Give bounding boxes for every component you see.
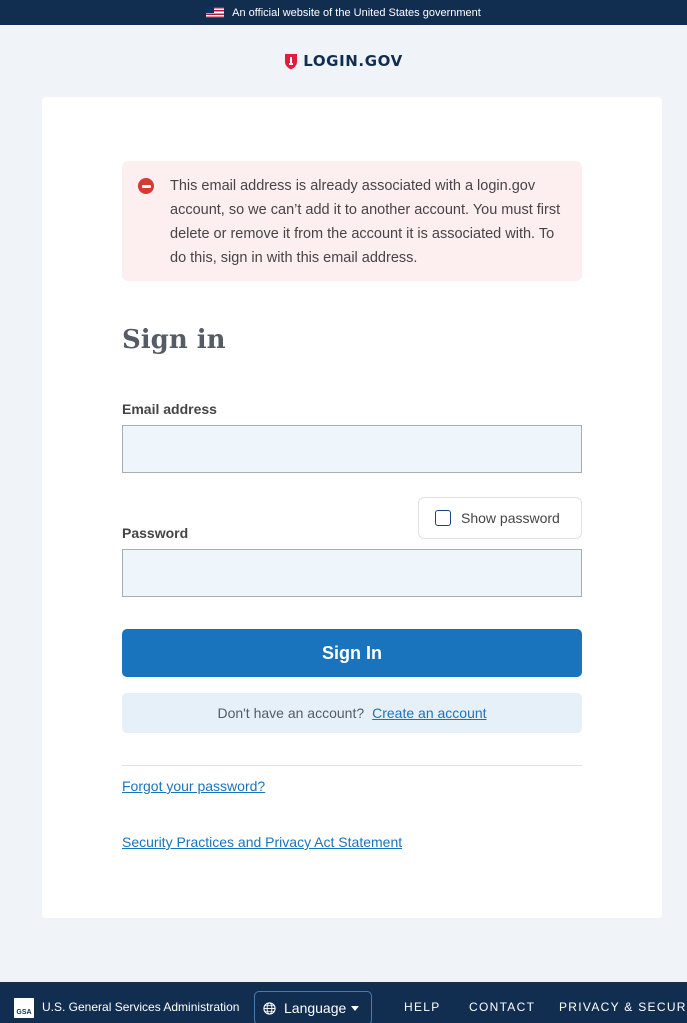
sign-in-button[interactable]: Sign In [122,629,582,677]
us-flag-icon [206,7,225,18]
security-practices-link[interactable]: Security Practices and Privacy Act State… [122,834,402,850]
gsa-logo-icon[interactable]: GSA [14,998,34,1018]
error-alert: This email address is already associated… [122,161,582,281]
show-password-label: Show password [461,510,560,526]
show-password-toggle[interactable]: Show password [418,497,582,539]
footer-link-privacy[interactable]: PRIVACY & SECURITY [559,1000,687,1014]
shield-logo-icon [285,53,298,69]
gsa-agency-link[interactable]: U.S. General Services Administration [42,1000,239,1014]
divider [122,765,582,766]
language-label: Language [284,1000,347,1016]
gov-banner-text: An official website of the United States… [232,6,481,19]
gov-banner: An official website of the United States… [0,0,687,25]
error-icon [138,178,154,194]
caret-down-icon [351,1005,360,1011]
forgot-password-link[interactable]: Forgot your password? [122,778,265,794]
email-field[interactable] [122,425,582,473]
login-gov-logo[interactable]: LOGIN.GOV [0,50,687,72]
create-account-banner: Don't have an account? Create an account [122,693,582,733]
checkbox-icon[interactable] [435,510,451,526]
page-title: Sign in [122,325,226,355]
sign-in-card: This email address is already associated… [42,97,662,918]
language-button[interactable]: Language [254,991,372,1023]
password-label: Password [122,525,189,541]
email-label: Email address [122,401,217,417]
footer: GSA U.S. General Services Administration… [0,982,687,1023]
globe-icon [263,1001,276,1015]
create-account-link[interactable]: Create an account [372,705,486,721]
footer-link-contact[interactable]: CONTACT [469,1000,535,1014]
alert-message: This email address is already associated… [170,178,561,266]
no-account-text: Don't have an account? [217,705,365,721]
logo-text: LOGIN.GOV [303,52,403,70]
password-field[interactable] [122,549,582,597]
footer-link-help[interactable]: HELP [404,1000,441,1014]
